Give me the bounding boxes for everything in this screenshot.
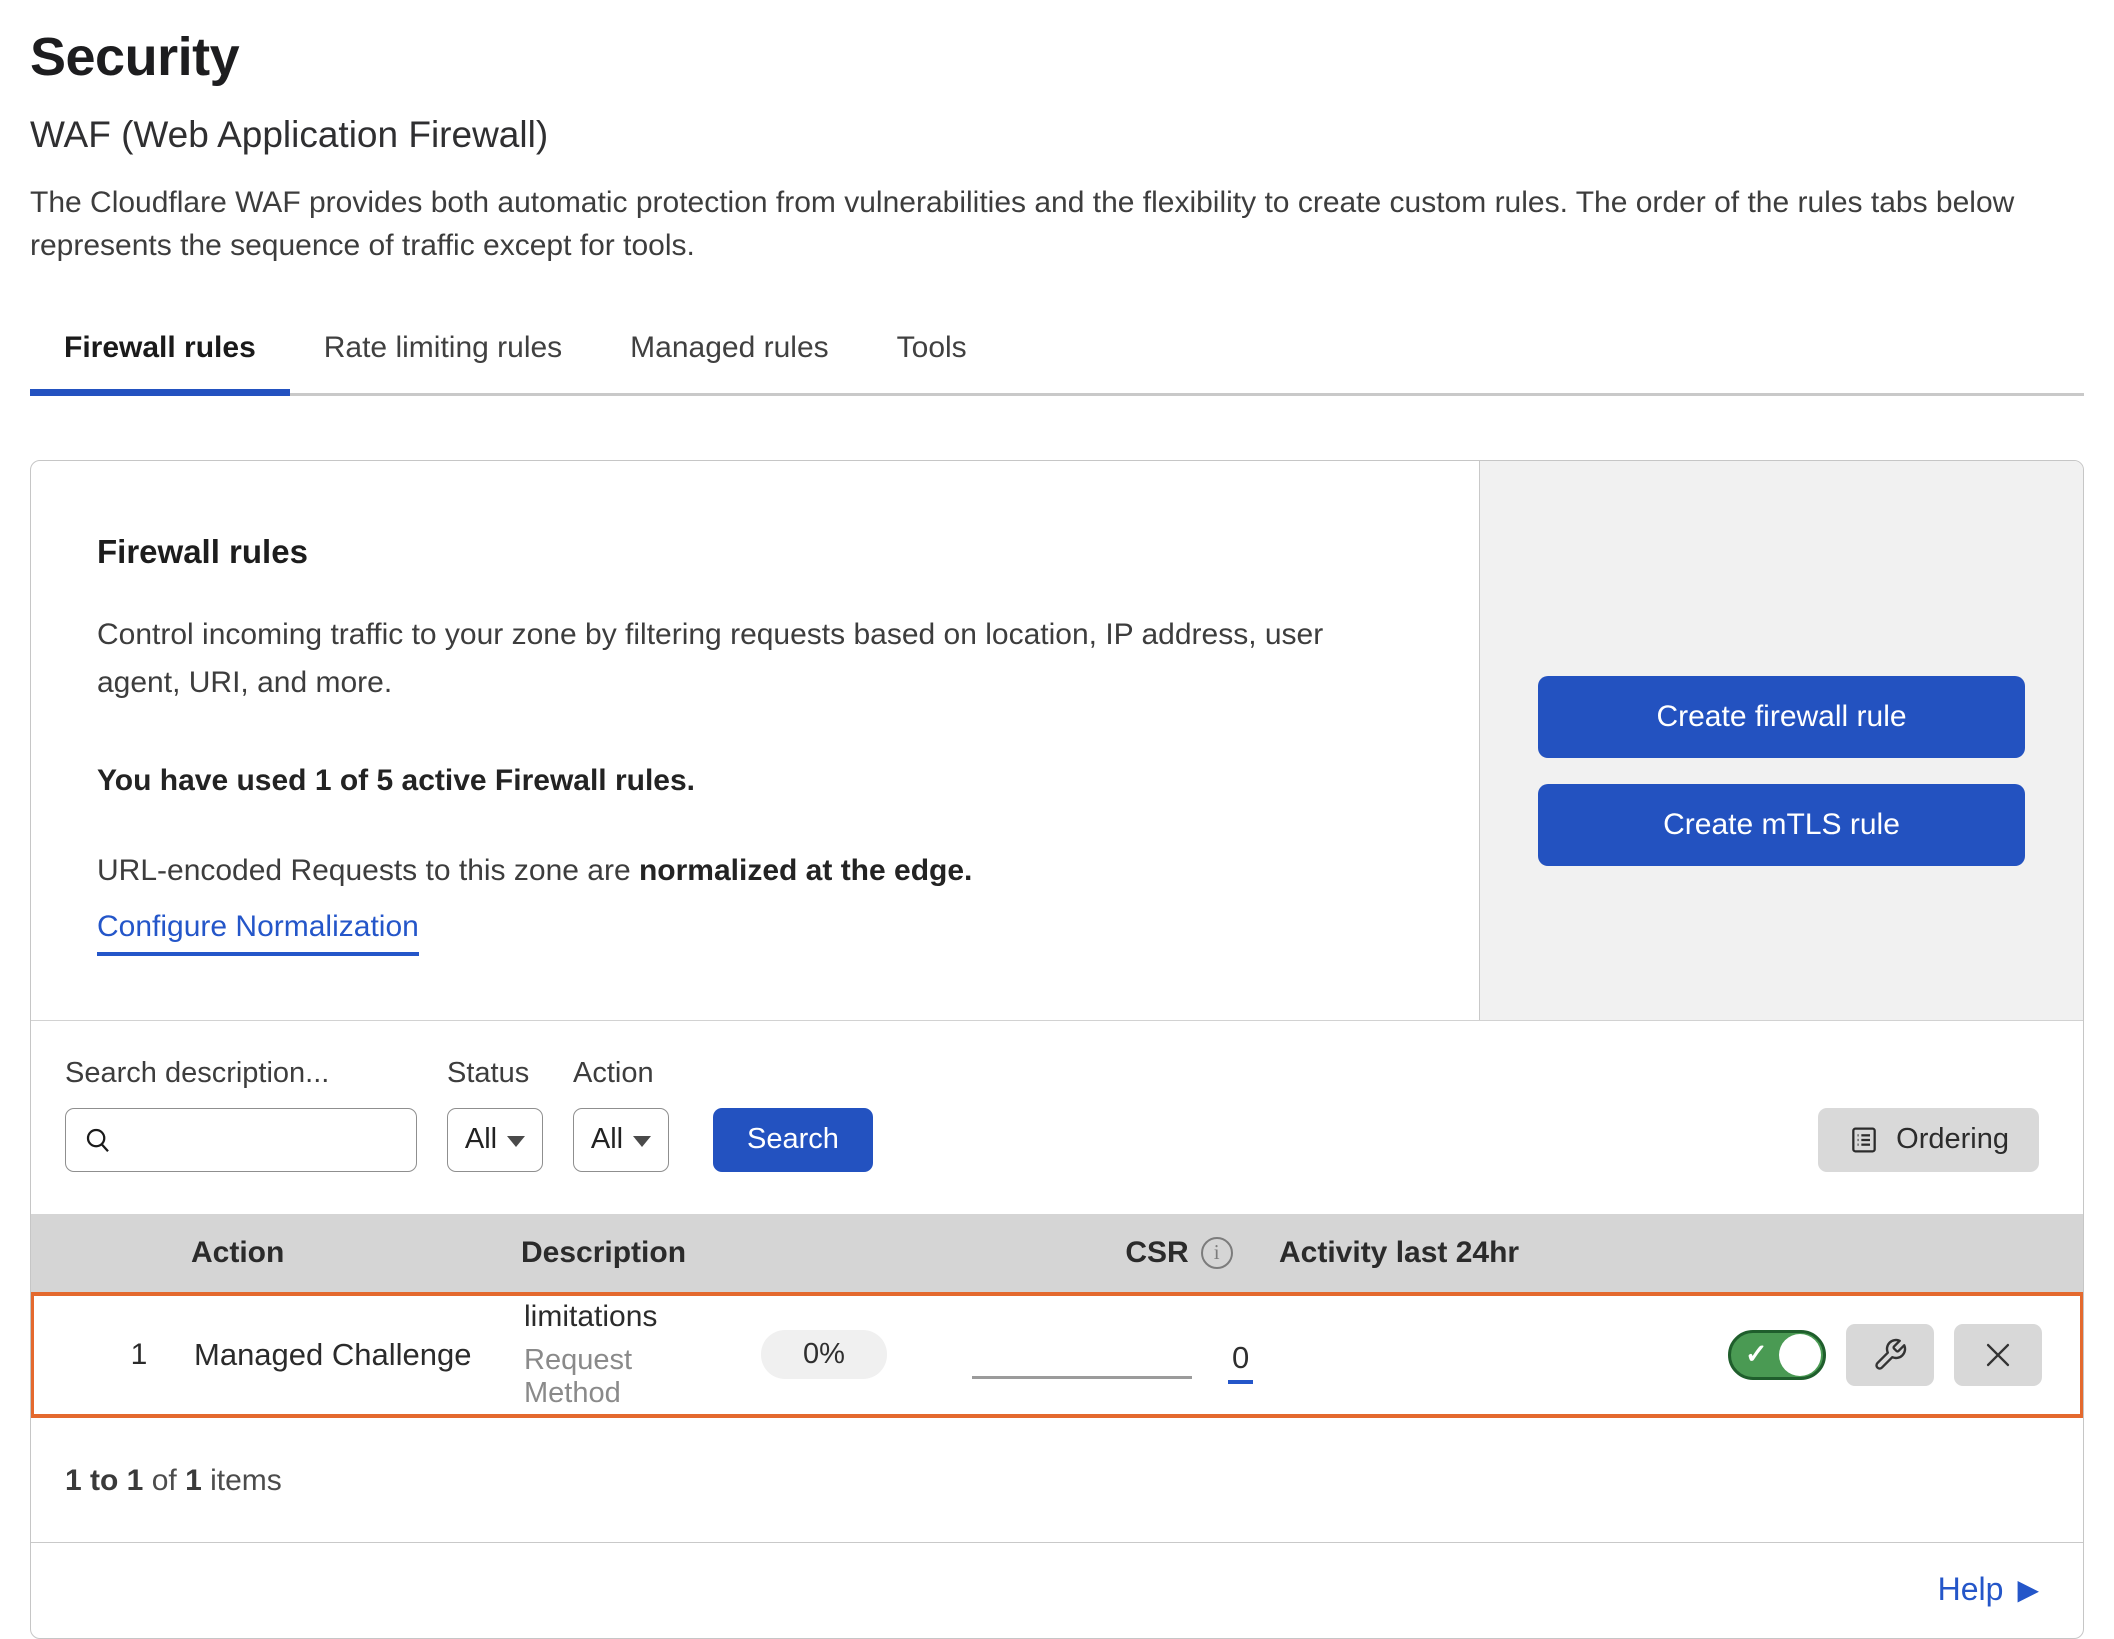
card-top-section: Firewall rules Control incoming traffic … (31, 461, 2083, 1021)
rule-activity-cell: 0 (924, 1326, 1728, 1384)
card-actions-panel: Create firewall rule Create mTLS rule (1479, 461, 2083, 1020)
wrench-icon (1872, 1337, 1908, 1373)
tab-rate-limiting-rules[interactable]: Rate limiting rules (290, 311, 596, 396)
action-column-header: Action (191, 1236, 521, 1270)
search-input[interactable] (65, 1108, 417, 1172)
close-icon (1981, 1338, 2015, 1372)
rules-tab-bar: Firewall rules Rate limiting rules Manag… (30, 311, 2084, 396)
page-title: Security (30, 26, 2084, 88)
firewall-rules-info: Firewall rules Control incoming traffic … (31, 461, 1479, 1020)
table-row[interactable]: 1 Managed Challenge limitations Request … (30, 1292, 2084, 1418)
ordering-button[interactable]: Ordering (1818, 1108, 2039, 1172)
page-subtitle: WAF (Web Application Firewall) (30, 114, 2084, 156)
edit-rule-button[interactable] (1846, 1324, 1934, 1386)
create-mtls-rule-button[interactable]: Create mTLS rule (1538, 784, 2025, 866)
check-icon: ✓ (1745, 1339, 1768, 1370)
card-description: Control incoming traffic to your zone by… (97, 611, 1397, 706)
pagination-summary: 1 to 1 of 1 items (31, 1418, 2083, 1542)
csr-column-header: CSR i (1079, 1236, 1279, 1270)
of-text: of (143, 1464, 185, 1497)
csr-header-label: CSR (1125, 1236, 1188, 1270)
caret-down-icon (633, 1136, 651, 1147)
tab-firewall-rules[interactable]: Firewall rules (30, 311, 290, 396)
configure-normalization-link[interactable]: Configure Normalization (97, 910, 419, 956)
search-box (65, 1108, 417, 1172)
search-label: Search description... (65, 1057, 417, 1090)
tab-managed-rules[interactable]: Managed rules (596, 311, 862, 396)
page-description: The Cloudflare WAF provides both automat… (30, 182, 2080, 267)
rule-enabled-toggle[interactable]: ✓ (1728, 1330, 1826, 1380)
help-row: Help ▶ (31, 1542, 2083, 1638)
csr-badge: 0% (761, 1330, 887, 1379)
filter-bar: Search description... Status All Action (31, 1021, 2083, 1214)
search-group: Search description... (65, 1057, 417, 1172)
rule-csr-cell: 0% (724, 1330, 924, 1379)
status-select[interactable]: All (447, 1108, 543, 1172)
tab-tools[interactable]: Tools (863, 311, 1001, 396)
caret-down-icon (507, 1136, 525, 1147)
ordering-button-label: Ordering (1896, 1123, 2009, 1156)
normalization-bold: normalized at the edge. (639, 854, 972, 887)
toggle-knob (1779, 1334, 1821, 1376)
activity-column-header: Activity last 24hr (1279, 1236, 2083, 1270)
rule-description-sub: Request Method (524, 1344, 724, 1410)
action-group: Action All (573, 1057, 669, 1172)
help-link[interactable]: Help ▶ (1938, 1571, 2039, 1608)
rule-description: limitations (524, 1300, 724, 1334)
ordering-list-icon (1848, 1124, 1880, 1156)
items-total: 1 (185, 1464, 202, 1497)
usage-summary: You have used 1 of 5 active Firewall rul… (97, 764, 1419, 798)
info-icon[interactable]: i (1201, 1237, 1233, 1269)
delete-rule-button[interactable] (1954, 1324, 2042, 1386)
normalization-note: URL-encoded Requests to this zone are no… (97, 854, 1419, 888)
firewall-rules-card: Firewall rules Control incoming traffic … (30, 460, 2084, 1639)
row-controls: ✓ (1728, 1324, 2080, 1386)
normalization-prefix: URL-encoded Requests to this zone are (97, 854, 639, 887)
search-icon (83, 1125, 113, 1155)
table-header-row: Action Description CSR i Activity last 2… (31, 1214, 2083, 1292)
help-label: Help (1938, 1571, 2004, 1608)
card-heading: Firewall rules (97, 533, 1419, 571)
description-column-header: Description (521, 1236, 1079, 1270)
status-selected-value: All (465, 1123, 497, 1156)
activity-sparkline (972, 1376, 1192, 1379)
rule-action: Managed Challenge (194, 1337, 524, 1373)
create-firewall-rule-button[interactable]: Create firewall rule (1538, 676, 2025, 758)
status-label: Status (447, 1057, 543, 1090)
security-waf-page: Security WAF (Web Application Firewall) … (0, 0, 2114, 1639)
action-label: Action (573, 1057, 669, 1090)
arrow-right-icon: ▶ (2017, 1573, 2039, 1606)
activity-count-link[interactable]: 0 (1228, 1340, 1253, 1384)
rule-priority: 1 (34, 1338, 194, 1372)
items-text: items (202, 1464, 282, 1497)
items-range: 1 to 1 (65, 1464, 143, 1497)
rule-description-cell: limitations Request Method (524, 1300, 724, 1410)
action-select[interactable]: All (573, 1108, 669, 1172)
status-group: Status All (447, 1057, 543, 1172)
action-selected-value: All (591, 1123, 623, 1156)
search-button[interactable]: Search (713, 1108, 873, 1172)
